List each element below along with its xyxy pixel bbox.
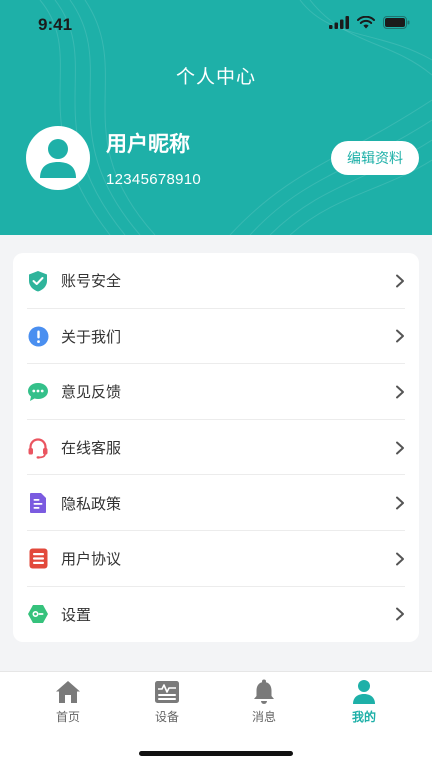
shield-check-icon [27,270,49,292]
chevron-right-icon [396,607,404,621]
menu-list: 账号安全 关于我们 意见反馈 在线客服 隐私政策 用户协议 设置 [13,253,419,642]
tab-messages[interactable]: 消息 [210,678,318,730]
nickname: 用户昵称 [106,132,190,156]
tab-label: 消息 [251,710,276,724]
menu-item-settings[interactable]: 设置 [13,587,419,642]
status-icons [329,16,410,29]
profile-header: 9:41 个人中心 用户昵称 12345678910 编辑资料 [0,0,432,235]
menu-item-account-security[interactable]: 账号安全 [13,253,419,309]
chevron-right-icon [396,274,404,288]
agreement-icon [27,548,49,570]
chat-bubble-icon [27,381,49,403]
user-avatar-icon [40,139,76,178]
battery-icon [383,16,410,29]
edit-profile-button[interactable]: 编辑资料 [331,141,419,175]
chevron-right-icon [396,496,404,510]
chevron-right-icon [396,329,404,343]
menu-item-label: 用户协议 [61,550,122,569]
headset-icon [27,437,49,459]
document-icon [27,492,49,514]
chevron-right-icon [396,385,404,399]
menu-item-label: 关于我们 [61,327,122,346]
menu-item-feedback[interactable]: 意见反馈 [13,364,419,420]
info-icon [27,325,49,347]
tab-mine[interactable]: 我的 [310,678,418,730]
tab-label: 设备 [154,710,179,724]
tab-home[interactable]: 首页 [14,678,122,730]
chevron-right-icon [396,441,404,455]
settings-icon [27,603,49,625]
tab-label: 我的 [351,710,376,724]
home-indicator [139,751,293,756]
menu-item-label: 账号安全 [61,272,122,291]
wifi-icon [357,16,375,29]
menu-item-user-agreement[interactable]: 用户协议 [13,531,419,587]
menu-item-privacy-policy[interactable]: 隐私政策 [13,475,419,531]
bell-icon [250,678,278,706]
menu-item-about-us[interactable]: 关于我们 [13,309,419,365]
status-time: 9:41 [38,15,73,34]
device-icon [153,678,181,706]
status-bar: 9:41 [0,0,432,52]
page-title: 个人中心 [175,66,256,88]
user-icon [350,678,378,706]
menu-item-label: 意见反馈 [61,383,122,402]
phone-number: 12345678910 [106,171,202,188]
menu-item-label: 设置 [61,605,92,624]
signal-icon [329,16,349,29]
home-icon [54,678,82,706]
tab-label: 首页 [55,710,80,724]
menu-item-label: 隐私政策 [61,494,122,513]
avatar[interactable] [26,126,90,190]
menu-item-label: 在线客服 [61,439,122,458]
tab-device[interactable]: 设备 [113,678,221,730]
chevron-right-icon [396,552,404,566]
menu-item-online-support[interactable]: 在线客服 [13,420,419,476]
